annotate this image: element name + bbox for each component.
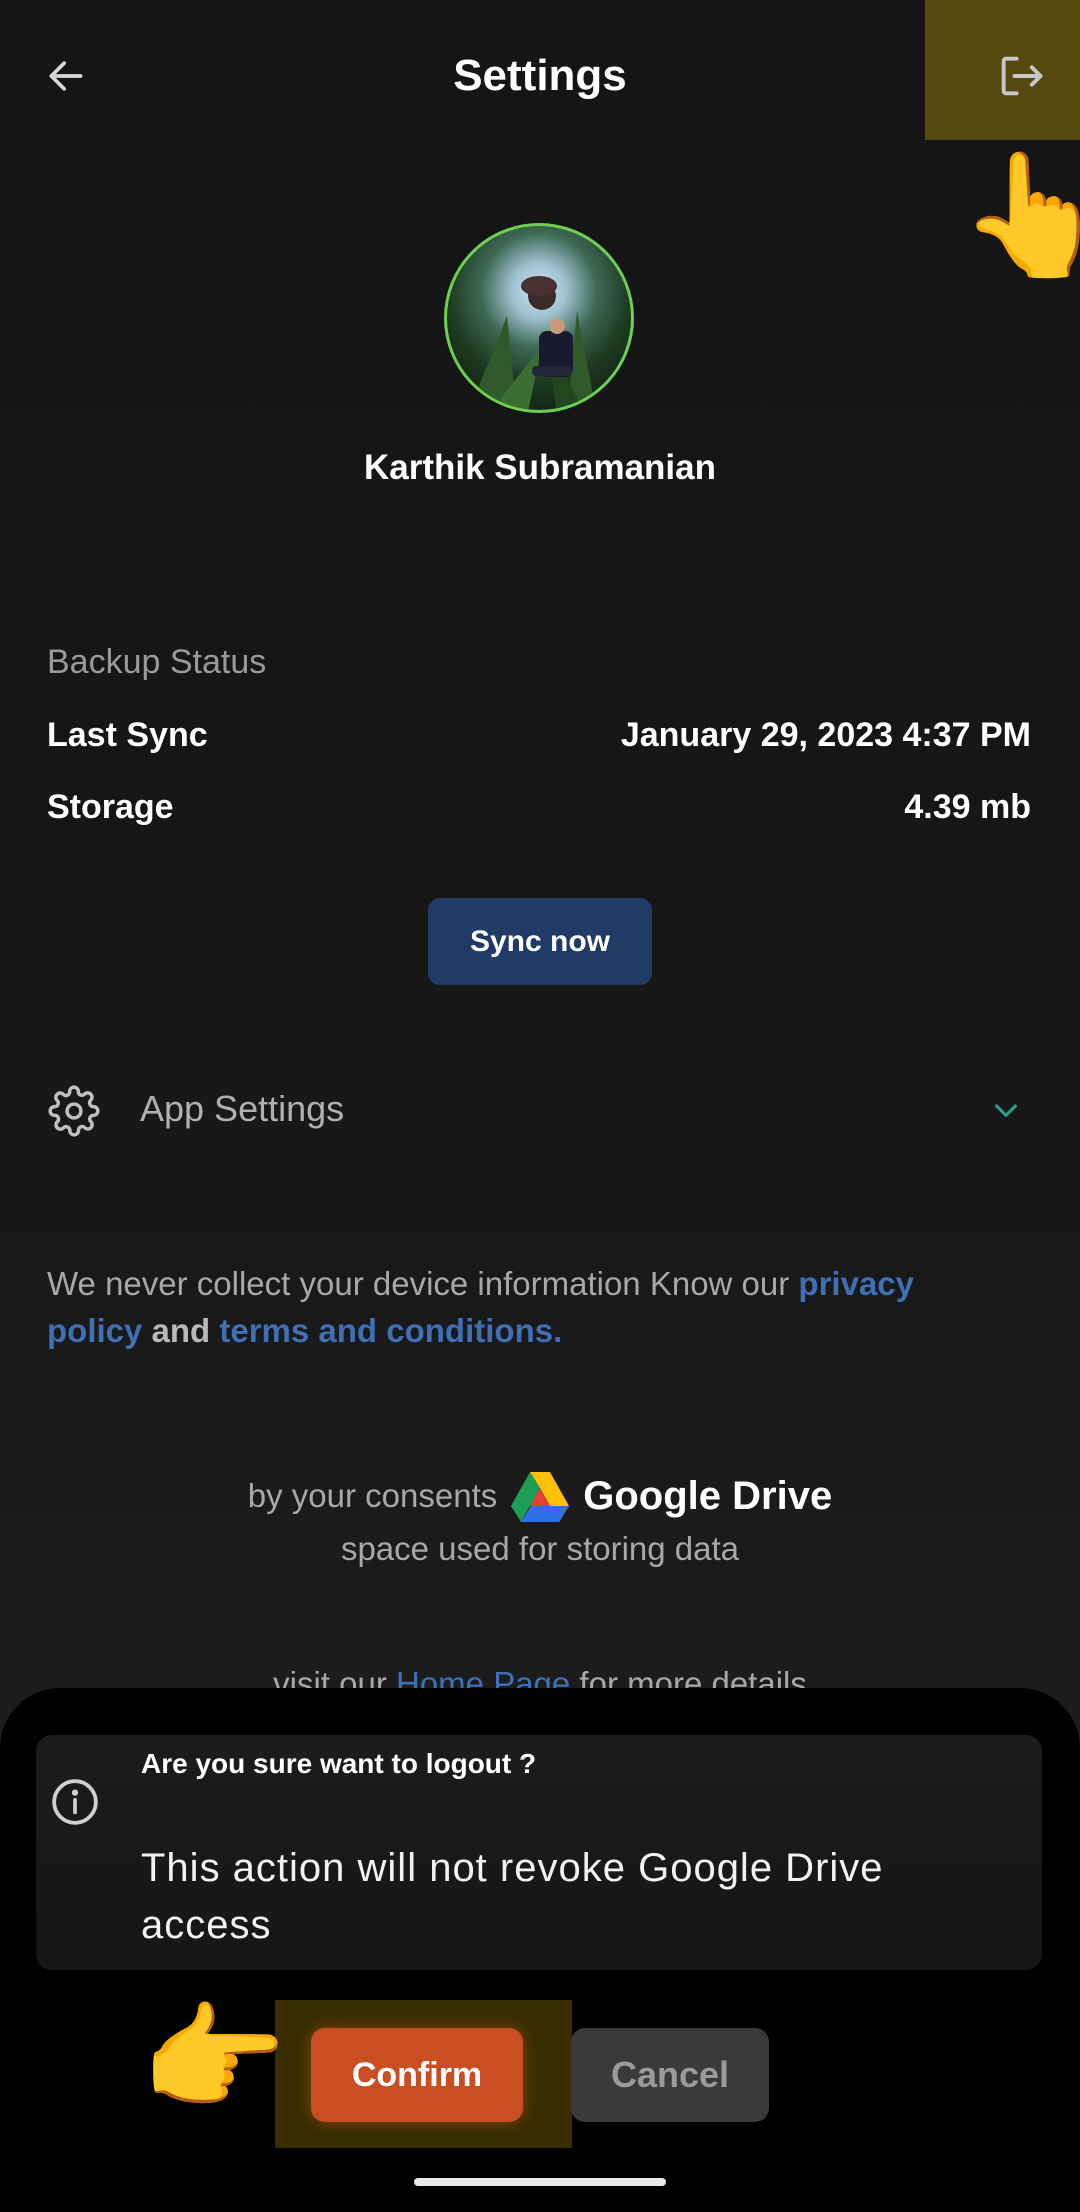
pointing-up-hand-icon: 👆 bbox=[958, 148, 1080, 282]
app-settings-label: App Settings bbox=[140, 1088, 345, 1129]
back-button[interactable] bbox=[30, 40, 102, 112]
google-drive-icon bbox=[511, 1472, 570, 1522]
arrow-left-icon bbox=[49, 61, 83, 91]
terms-link[interactable]: terms and conditions. bbox=[219, 1312, 562, 1349]
last-sync-value: January 29, 2023 4:37 PM bbox=[620, 716, 1031, 754]
sync-now-button[interactable]: Sync now bbox=[428, 898, 652, 985]
space-used-text: space used for storing data bbox=[340, 1530, 740, 1567]
dialog-message: This action will not revoke Google Drive… bbox=[141, 1846, 884, 1947]
logout-icon bbox=[1001, 56, 1043, 96]
page-title: Settings bbox=[453, 51, 627, 100]
privacy-and-text: and bbox=[142, 1312, 220, 1349]
storage-value: 4.39 mb bbox=[904, 788, 1031, 826]
storage-label: Storage bbox=[47, 788, 174, 826]
pointing-right-hand-icon: 👉 bbox=[140, 1993, 287, 2125]
gear-icon bbox=[48, 1085, 100, 1137]
info-icon bbox=[52, 1779, 98, 1825]
avatar bbox=[444, 223, 634, 413]
settings-screen: Settings 👆 Karthik Subramanian Backup St… bbox=[0, 0, 1080, 2212]
logout-button[interactable] bbox=[985, 40, 1057, 112]
home-indicator[interactable] bbox=[414, 2178, 666, 2186]
google-drive-label: Google Drive bbox=[583, 1473, 833, 1518]
confirm-button[interactable]: Confirm bbox=[311, 2028, 523, 2122]
privacy-notice: We never collect your device information… bbox=[47, 1260, 1007, 1354]
cancel-button[interactable]: Cancel bbox=[571, 2028, 769, 2122]
chevron-down-icon[interactable] bbox=[990, 1094, 1022, 1126]
backup-status-heading: Backup Status bbox=[47, 643, 267, 681]
dialog-title: Are you sure want to logout ? bbox=[141, 1748, 537, 1779]
privacy-text: We never collect your device information… bbox=[47, 1265, 799, 1302]
consent-text: by your consents bbox=[247, 1477, 498, 1514]
last-sync-label: Last Sync bbox=[47, 716, 208, 754]
user-name: Karthik Subramanian bbox=[363, 448, 717, 487]
avatar-photo bbox=[469, 276, 596, 410]
drive-consent: by your consents Google Drive bbox=[0, 1470, 1080, 1522]
